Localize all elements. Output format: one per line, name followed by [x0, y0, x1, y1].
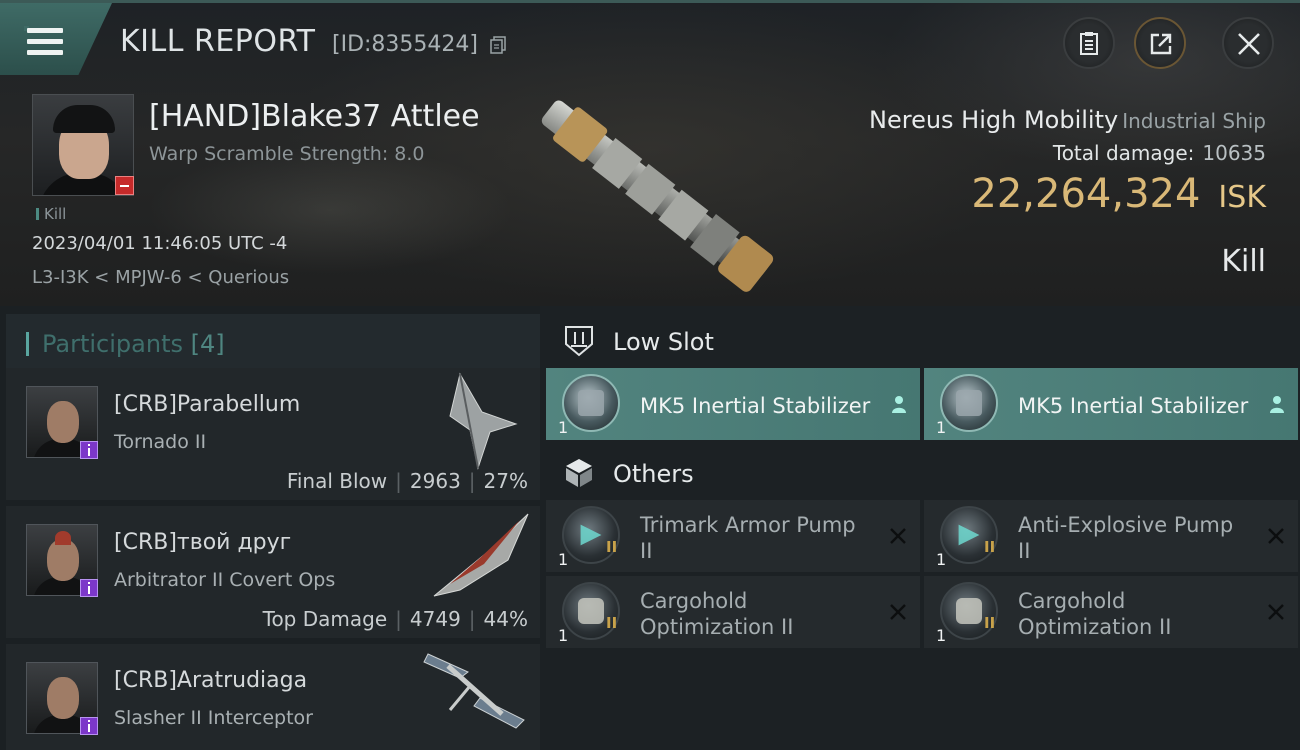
participant-percent: 27% [483, 469, 528, 493]
tech-tier: II [984, 538, 996, 556]
participants-panel: Participants [4] [CRB]Parabellum Tornado… [0, 306, 540, 750]
clipboard-button[interactable] [1063, 17, 1115, 69]
menu-icon[interactable] [24, 26, 63, 56]
x-icon [890, 528, 906, 544]
module-item[interactable]: 1 MK5 Inertial Stabilizer [924, 368, 1298, 440]
module-quantity: 1 [558, 550, 569, 569]
participant-ship: Slasher II Interceptor [114, 707, 313, 729]
participant-stats: Top Damage | 4749 | 44% [262, 607, 528, 631]
fitting-panel: Low Slot 1 MK5 Inertial Stabilizer 1 MK5… [540, 306, 1300, 750]
top-accent-line [0, 0, 1300, 3]
inertial-stabilizer-icon [562, 374, 620, 432]
module-quantity: 1 [936, 550, 947, 569]
participant-role: Top Damage [262, 607, 388, 631]
participant-ship-image [449, 372, 518, 470]
module-name: Cargohold Optimization II [1018, 589, 1172, 639]
participant-row[interactable]: [CRB]Parabellum Tornado II Final Blow | 29… [6, 368, 540, 500]
tech-tier: II [984, 614, 996, 632]
hostile-standing-badge [115, 176, 134, 195]
share-icon [1150, 33, 1172, 55]
module-name: MK5 Inertial Stabilizer [1018, 394, 1249, 418]
participant-ship: Tornado II [114, 431, 207, 453]
module-quantity: 1 [936, 626, 947, 645]
person-icon [892, 396, 906, 413]
others-title: Others [613, 460, 694, 488]
module-name: Cargohold Optimization II [640, 589, 794, 639]
page-title: KILL REPORT [120, 24, 316, 59]
module-quantity: 1 [558, 626, 569, 645]
ship-name[interactable]: Nereus High Mobility Industrial Ship [869, 106, 1266, 134]
victim-ship-image [541, 100, 774, 292]
victim-name[interactable]: [HAND]Blake37 Attlee [149, 99, 480, 134]
module-quantity: 1 [936, 418, 947, 437]
report-id: [ID:8355424] [332, 32, 478, 57]
low-slot-icon [565, 326, 593, 357]
participants-label: Participants [42, 330, 183, 358]
x-icon [1268, 528, 1284, 544]
others-cube-icon [566, 459, 592, 487]
total-damage-label: Total damage: [1052, 141, 1195, 165]
kill-location[interactable]: L3-I3K < MPJW-6 < Querious [32, 267, 289, 288]
participant-name: [CRB]Aratrudiaga [114, 668, 308, 693]
inertial-stabilizer-icon [940, 374, 998, 432]
total-damage: Total damage: 10635 [1053, 141, 1266, 165]
x-icon [1268, 604, 1284, 620]
result-label: Kill [1221, 244, 1266, 279]
participant-name: [CRB]твой друг [114, 530, 292, 555]
x-icon [890, 604, 906, 620]
tech-tier: II [606, 614, 618, 632]
module-quantity: 1 [558, 418, 569, 437]
module-item[interactable]: 1 II Cargohold Optimization II [546, 576, 920, 648]
isk-unit: ISK [1218, 180, 1266, 215]
participant-stats: Final Blow | 2963 | 27% [286, 469, 528, 493]
close-button[interactable] [1222, 17, 1274, 69]
participant-role: Final Blow [286, 469, 388, 493]
others-section: Others [540, 442, 1300, 502]
isk-value: 22,264,324 ISK [971, 171, 1266, 217]
participant-ship-image [423, 653, 525, 729]
participant-damage: 4749 [409, 607, 461, 631]
module-name: MK5 Inertial Stabilizer [640, 394, 871, 418]
participant-damage: 2963 [409, 469, 461, 493]
module-item[interactable]: 1 II Cargohold Optimization II [924, 576, 1298, 648]
module-item[interactable]: 1 II Anti-Explosive Pump II [924, 500, 1298, 572]
kill-tag: Kill [36, 205, 66, 223]
participant-ship-image [433, 513, 529, 597]
participant-row[interactable]: [CRB]твой друг Arbitrator II Covert Ops … [6, 506, 540, 638]
close-icon [1238, 33, 1260, 55]
participant-row[interactable]: [CRB]Aratrudiaga Slasher II Interceptor [6, 644, 540, 750]
participant-name: [CRB]Parabellum [114, 392, 301, 417]
module-name: Trimark Armor Pump II [640, 513, 856, 563]
info-badge-icon[interactable] [80, 717, 98, 735]
tech-tier: II [606, 538, 618, 556]
participant-percent: 44% [483, 607, 528, 631]
low-slot-title: Low Slot [613, 328, 714, 356]
info-badge-icon[interactable] [80, 441, 98, 459]
info-badge-icon[interactable] [80, 579, 98, 597]
participants-title: Participants [4] [42, 330, 225, 358]
copy-icon[interactable] [490, 36, 506, 54]
warp-scramble-strength: Warp Scramble Strength: 8.0 [149, 143, 425, 165]
module-item[interactable]: 1 II Trimark Armor Pump II [546, 500, 920, 572]
kill-report-header: KILL REPORT [ID:8355424] [HAND]Blake37 A… [0, 0, 1300, 306]
isk-amount: 22,264,324 [971, 171, 1201, 217]
share-button[interactable] [1134, 17, 1186, 69]
kill-timestamp: 2023/04/01 11:46:05 UTC -4 [32, 233, 288, 254]
module-item[interactable]: 1 MK5 Inertial Stabilizer [546, 368, 920, 440]
participants-header[interactable]: Participants [4] [6, 314, 540, 372]
participant-ship: Arbitrator II Covert Ops [114, 569, 336, 591]
ship-type-name: Nereus High Mobility [869, 106, 1119, 134]
ship-class: Industrial Ship [1122, 109, 1266, 133]
menu-tab[interactable] [0, 3, 112, 75]
participants-count: [4] [190, 330, 225, 358]
clipboard-icon [1080, 32, 1098, 55]
low-slot-section: Low Slot [540, 310, 1300, 370]
total-damage-value: 10635 [1202, 141, 1266, 165]
module-name: Anti-Explosive Pump II [1018, 513, 1234, 563]
person-icon [1270, 396, 1284, 413]
